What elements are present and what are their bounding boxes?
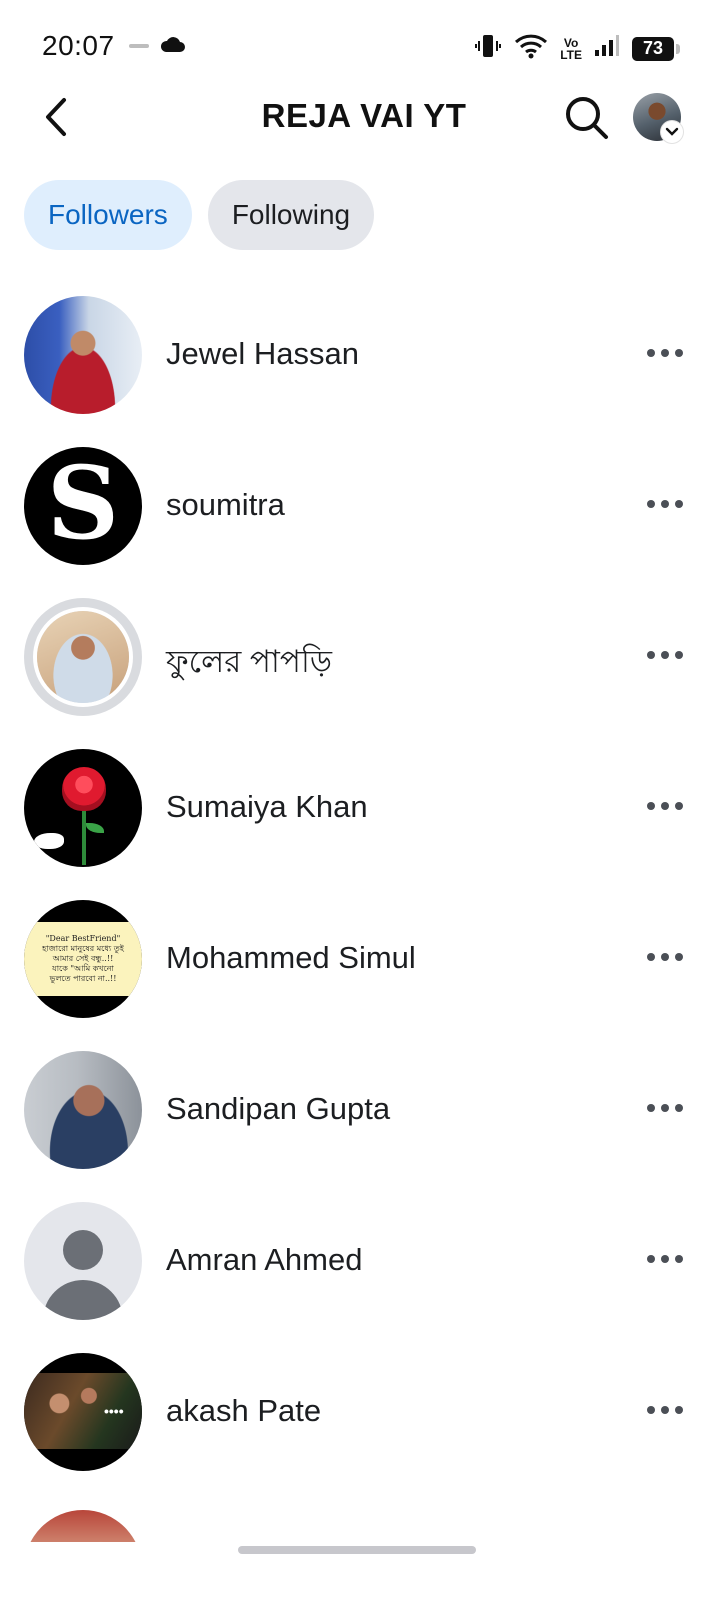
- avatar-card-text: "Dear BestFriend" হাজারো মানুষের মধ্যে ত…: [24, 922, 142, 996]
- more-icon: [647, 1104, 655, 1112]
- list-item[interactable]: •••• akash Pate: [0, 1351, 728, 1502]
- list-item[interactable]: Sumaiya Khan: [0, 747, 728, 898]
- more-icon: [647, 349, 655, 357]
- more-icon: [647, 651, 655, 659]
- profile-switcher-button[interactable]: [633, 93, 683, 143]
- follower-name[interactable]: Sandipan Gupta: [166, 1091, 390, 1127]
- search-icon: [566, 97, 608, 139]
- avatar[interactable]: S: [24, 447, 142, 565]
- list-item[interactable]: ফুলের পাপড়ি: [0, 596, 728, 747]
- list-item[interactable]: "Dear BestFriend" হাজারো মানুষের মধ্যে ত…: [0, 898, 728, 1049]
- follower-name[interactable]: Sumaiya Khan: [166, 789, 368, 825]
- list-item[interactable]: Jewel Hassan: [0, 294, 728, 445]
- status-right-icons: Vo LTE 73: [474, 32, 680, 65]
- follower-name[interactable]: Jewel Hassan: [166, 336, 359, 372]
- follower-name[interactable]: Amran Ahmed: [166, 1242, 362, 1278]
- vibrate-icon: [474, 32, 502, 65]
- signal-icon: [594, 34, 620, 63]
- notification-icon: [128, 39, 150, 57]
- header: REJA VAI YT: [0, 85, 728, 149]
- more-icon: [647, 802, 655, 810]
- more-icon: [647, 500, 655, 508]
- tab-followers[interactable]: Followers: [24, 180, 192, 250]
- avatar[interactable]: "Dear BestFriend" হাজারো মানুষের মধ্যে ত…: [24, 900, 142, 1018]
- page-title: REJA VAI YT: [261, 97, 467, 134]
- follower-name[interactable]: akash Pate: [166, 1393, 321, 1429]
- follower-name[interactable]: soumitra: [166, 487, 285, 523]
- more-options-button[interactable]: [640, 489, 690, 519]
- list-item[interactable]: Sandipan Gupta: [0, 1049, 728, 1200]
- avatar[interactable]: [24, 296, 142, 414]
- battery-indicator: 73: [632, 36, 680, 61]
- volte-indicator: Vo LTE: [560, 35, 582, 62]
- list-item[interactable]: Amran Ahmed: [0, 1200, 728, 1351]
- avatar[interactable]: [24, 598, 142, 716]
- list-item[interactable]: S soumitra: [0, 445, 728, 596]
- more-options-button[interactable]: [640, 942, 690, 972]
- avatar[interactable]: [24, 1510, 142, 1542]
- avatar[interactable]: ••••: [24, 1353, 142, 1471]
- cloud-icon: [160, 36, 186, 59]
- more-icon: [647, 1255, 655, 1263]
- follower-name[interactable]: Mohammed Simul: [166, 940, 416, 976]
- more-icon: [647, 953, 655, 961]
- more-options-button[interactable]: [640, 1395, 690, 1425]
- avatar[interactable]: [24, 749, 142, 867]
- tab-following[interactable]: Following: [207, 180, 375, 250]
- status-left-icons: [128, 36, 186, 59]
- status-bar: 20:07 Vo LTE 73: [0, 0, 728, 90]
- follower-name[interactable]: ফুলের পাপড়ি: [166, 638, 332, 690]
- list-item-partial[interactable]: [0, 1502, 728, 1542]
- more-options-button[interactable]: [640, 338, 690, 368]
- tab-bar: Followers Following: [24, 180, 375, 250]
- more-options-button[interactable]: [640, 1244, 690, 1274]
- default-avatar-icon[interactable]: [24, 1202, 142, 1320]
- status-time: 20:07: [42, 30, 115, 61]
- more-options-button[interactable]: [640, 1093, 690, 1123]
- chevron-down-icon: [661, 121, 683, 143]
- more-icon: [647, 1406, 655, 1414]
- wifi-icon: [514, 33, 548, 64]
- search-button[interactable]: [560, 91, 612, 143]
- more-options-button[interactable]: [640, 791, 690, 821]
- followers-list: Jewel Hassan S soumitra ফুলের পাপড়ি Sum…: [0, 294, 728, 1542]
- home-indicator[interactable]: [238, 1546, 476, 1554]
- avatar[interactable]: [24, 1051, 142, 1169]
- more-options-button[interactable]: [640, 640, 690, 670]
